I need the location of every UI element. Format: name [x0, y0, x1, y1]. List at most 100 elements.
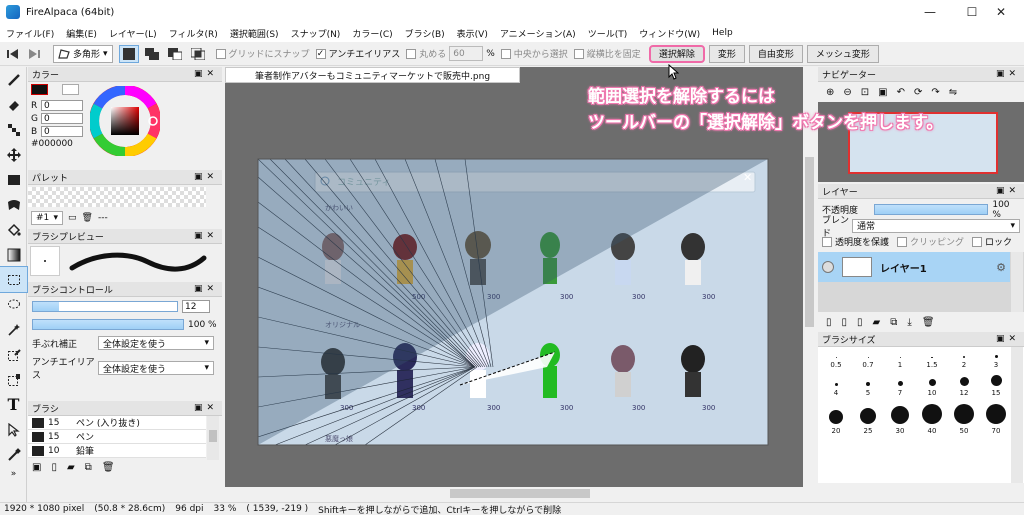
panel-controls-icon[interactable]: ▣✕: [996, 69, 1020, 79]
fill-rect-tool-icon[interactable]: [0, 167, 27, 192]
fix-ratio-checkbox[interactable]: 縦横比を固定: [573, 47, 641, 60]
zoom-fit-icon[interactable]: ⊡: [861, 87, 869, 98]
brush-size-option[interactable]: 50: [948, 397, 980, 435]
layer-visibility-icon[interactable]: [822, 261, 834, 273]
brush-size-option[interactable]: 30: [884, 397, 916, 435]
menu-layer[interactable]: レイヤー(L): [109, 27, 157, 40]
menu-edit[interactable]: 編集(E): [66, 27, 97, 40]
palette-add-icon[interactable]: ▭: [68, 213, 77, 223]
brush-tool-icon[interactable]: [0, 67, 27, 92]
folder-icon[interactable]: ▰: [67, 462, 75, 473]
select-pen-tool-icon[interactable]: [0, 342, 27, 367]
menu-brush[interactable]: ブラシ(B): [405, 27, 445, 40]
transform-button[interactable]: 変形: [708, 44, 745, 63]
shape-dropdown[interactable]: 多角形 ▾: [53, 44, 113, 63]
dot-tool-icon[interactable]: [0, 117, 27, 142]
secondary-color-swatch[interactable]: [62, 84, 79, 95]
brush-size-option[interactable]: 0.7: [852, 347, 884, 369]
flip-icon[interactable]: ⇋: [949, 87, 957, 98]
panel-controls-icon[interactable]: ▣✕: [194, 69, 218, 79]
round-checkbox[interactable]: 丸める: [406, 47, 446, 60]
panel-controls-icon[interactable]: ▣✕: [996, 186, 1020, 196]
brush-size-option[interactable]: 1: [884, 347, 916, 369]
undo-icon[interactable]: [4, 45, 22, 63]
clipping-checkbox[interactable]: クリッピング: [897, 235, 964, 248]
text-tool-icon[interactable]: T: [0, 392, 27, 417]
trash-icon[interactable]: 🗑: [102, 462, 115, 473]
brush-size-slider[interactable]: [32, 301, 178, 312]
trash-icon[interactable]: 🗑: [922, 317, 935, 328]
palette-swatches[interactable]: [28, 187, 206, 207]
layer-opacity-slider[interactable]: [874, 204, 989, 215]
close-button[interactable]: ✕: [978, 0, 1024, 24]
menu-filter[interactable]: フィルタ(R): [169, 27, 218, 40]
lasso-tool-icon[interactable]: [0, 292, 27, 317]
round-value-input[interactable]: 60: [449, 46, 484, 61]
brush-size-option[interactable]: 20: [820, 397, 852, 435]
document-tab[interactable]: 筆者制作アバターもコミュニティマーケットで販売中.png: [225, 67, 520, 83]
new-brush-icon[interactable]: ▯: [51, 462, 57, 473]
zoom-in-icon[interactable]: ⊕: [826, 87, 834, 98]
bucket-tool-icon[interactable]: [0, 217, 27, 242]
rotate-reset-icon[interactable]: ⟳: [914, 87, 922, 98]
duplicate-layer-icon[interactable]: ⧉: [890, 317, 897, 328]
free-transform-button[interactable]: 自由変形: [748, 44, 803, 63]
brush-size-option[interactable]: 70: [980, 397, 1012, 435]
menu-window[interactable]: ウィンドウ(W): [639, 27, 700, 40]
antialias-checkbox[interactable]: ✓ アンチエイリアス: [315, 47, 400, 60]
menu-selection[interactable]: 選択範囲(S): [230, 27, 279, 40]
brush-size-option[interactable]: 7: [884, 369, 916, 397]
gear-icon[interactable]: ⚙: [996, 261, 1006, 274]
brush-antialias-select[interactable]: 全体設定を使う ▾: [98, 361, 214, 375]
selection-new-button[interactable]: [118, 44, 139, 63]
duplicate-icon[interactable]: ⧉: [85, 462, 92, 473]
brush-save-icon[interactable]: ▣: [32, 462, 41, 473]
select-eraser-tool-icon[interactable]: [0, 367, 27, 392]
from-center-checkbox[interactable]: 中央から選択: [500, 47, 568, 60]
zoom-out-icon[interactable]: ⊖: [843, 87, 851, 98]
grid-snap-checkbox[interactable]: グリッドにスナップ: [215, 47, 310, 60]
selection-add-button[interactable]: [142, 45, 162, 63]
brush-item[interactable]: 10 鉛筆: [28, 444, 206, 458]
brush-size-input[interactable]: 12: [182, 300, 210, 313]
eraser-tool-icon[interactable]: [0, 92, 27, 117]
new-8bit-layer-icon[interactable]: ▯: [842, 317, 848, 328]
new-layer-icon[interactable]: ▯: [826, 317, 832, 328]
primary-color-swatch[interactable]: [31, 84, 48, 95]
folder-icon[interactable]: ▰: [873, 317, 881, 328]
new-1bit-layer-icon[interactable]: ▯: [857, 317, 863, 328]
trash-icon[interactable]: 🗑: [82, 213, 93, 223]
actual-size-icon[interactable]: ▣: [878, 87, 887, 98]
brush-item[interactable]: 15 ペン: [28, 430, 206, 444]
brush-size-option[interactable]: 12: [948, 369, 980, 397]
selection-intersect-button[interactable]: [188, 45, 208, 63]
menu-animation[interactable]: アニメーション(A): [500, 27, 576, 40]
brush-size-option[interactable]: 15: [980, 369, 1012, 397]
deselect-button[interactable]: 選択解除: [648, 44, 705, 63]
brush-size-option[interactable]: 3: [980, 347, 1012, 369]
redo-icon[interactable]: [25, 45, 43, 63]
layer-list-scrollbar[interactable]: [1011, 252, 1023, 312]
menu-help[interactable]: Help: [712, 28, 733, 38]
merge-down-icon[interactable]: ⤓: [907, 317, 911, 328]
gradient-tool-icon[interactable]: [0, 242, 27, 267]
move-tool-icon[interactable]: [0, 142, 27, 167]
layer-row[interactable]: レイヤー1 ⚙: [818, 252, 1010, 282]
operation-tool-icon[interactable]: [0, 417, 27, 442]
menu-view[interactable]: 表示(V): [457, 27, 488, 40]
brush-size-option[interactable]: 25: [852, 397, 884, 435]
stabilizer-select[interactable]: 全体設定を使う ▾: [98, 336, 214, 350]
panel-controls-icon[interactable]: ▣✕: [194, 231, 218, 241]
brush-size-option[interactable]: 4: [820, 369, 852, 397]
brush-opacity-slider[interactable]: [32, 319, 184, 330]
magic-wand-tool-icon[interactable]: [0, 317, 27, 342]
mesh-transform-button[interactable]: メッシュ変形: [806, 44, 879, 63]
menu-tool[interactable]: ツール(T): [588, 27, 628, 40]
panel-controls-icon[interactable]: ▣✕: [194, 403, 218, 413]
brush-item[interactable]: 15 ペン (入り抜き): [28, 416, 206, 430]
brush-size-option[interactable]: 2: [948, 347, 980, 369]
lock-checkbox[interactable]: ロック: [972, 235, 1012, 248]
r-input[interactable]: 0: [41, 100, 83, 111]
brush-size-option[interactable]: 40: [916, 397, 948, 435]
rotate-right-icon[interactable]: ↷: [931, 87, 939, 98]
